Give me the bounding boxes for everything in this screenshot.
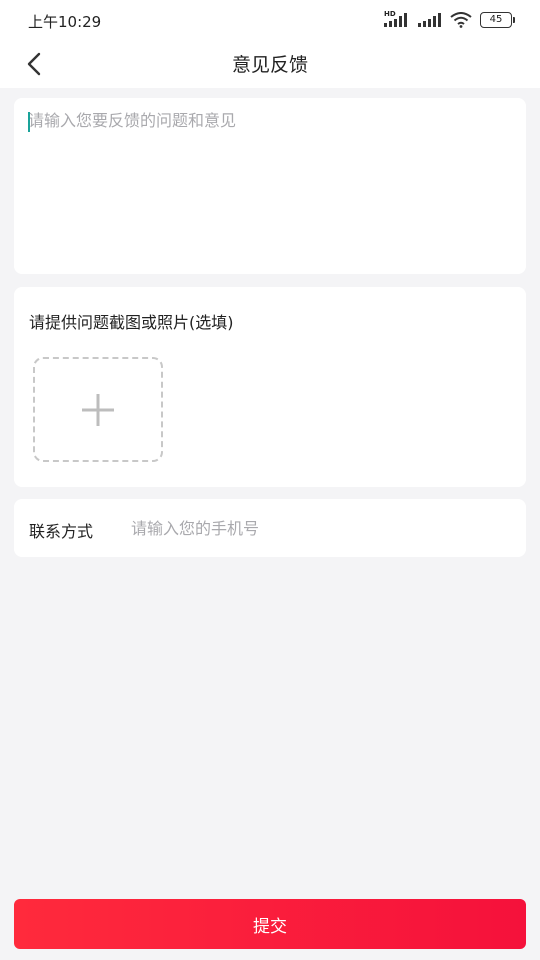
contact-card: 联系方式 — [14, 499, 526, 557]
feedback-card — [14, 98, 526, 274]
text-caret — [28, 112, 30, 132]
upload-card: 请提供问题截图或照片(选填) — [14, 287, 526, 487]
contact-label: 联系方式 — [29, 522, 94, 541]
signal-icon — [418, 12, 442, 28]
battery-icon: 45 — [480, 12, 515, 28]
phone-input[interactable] — [131, 513, 501, 543]
page-title: 意见反馈 — [231, 54, 308, 76]
submit-button[interactable]: 提交 — [14, 899, 526, 949]
status-bar: 上午10:29 HD 45 — [0, 0, 540, 40]
status-time: 上午10:29 — [28, 13, 102, 31]
wifi-icon — [450, 12, 472, 28]
upload-label: 请提供问题截图或照片(选填) — [29, 313, 234, 332]
feedback-input[interactable] — [28, 108, 512, 258]
nav-bar: 意见反馈 — [0, 40, 540, 88]
add-image-button[interactable] — [33, 357, 163, 462]
plus-icon — [82, 393, 114, 426]
hd-signal-icon: HD — [384, 10, 410, 28]
status-icons: HD 45 — [384, 10, 515, 28]
